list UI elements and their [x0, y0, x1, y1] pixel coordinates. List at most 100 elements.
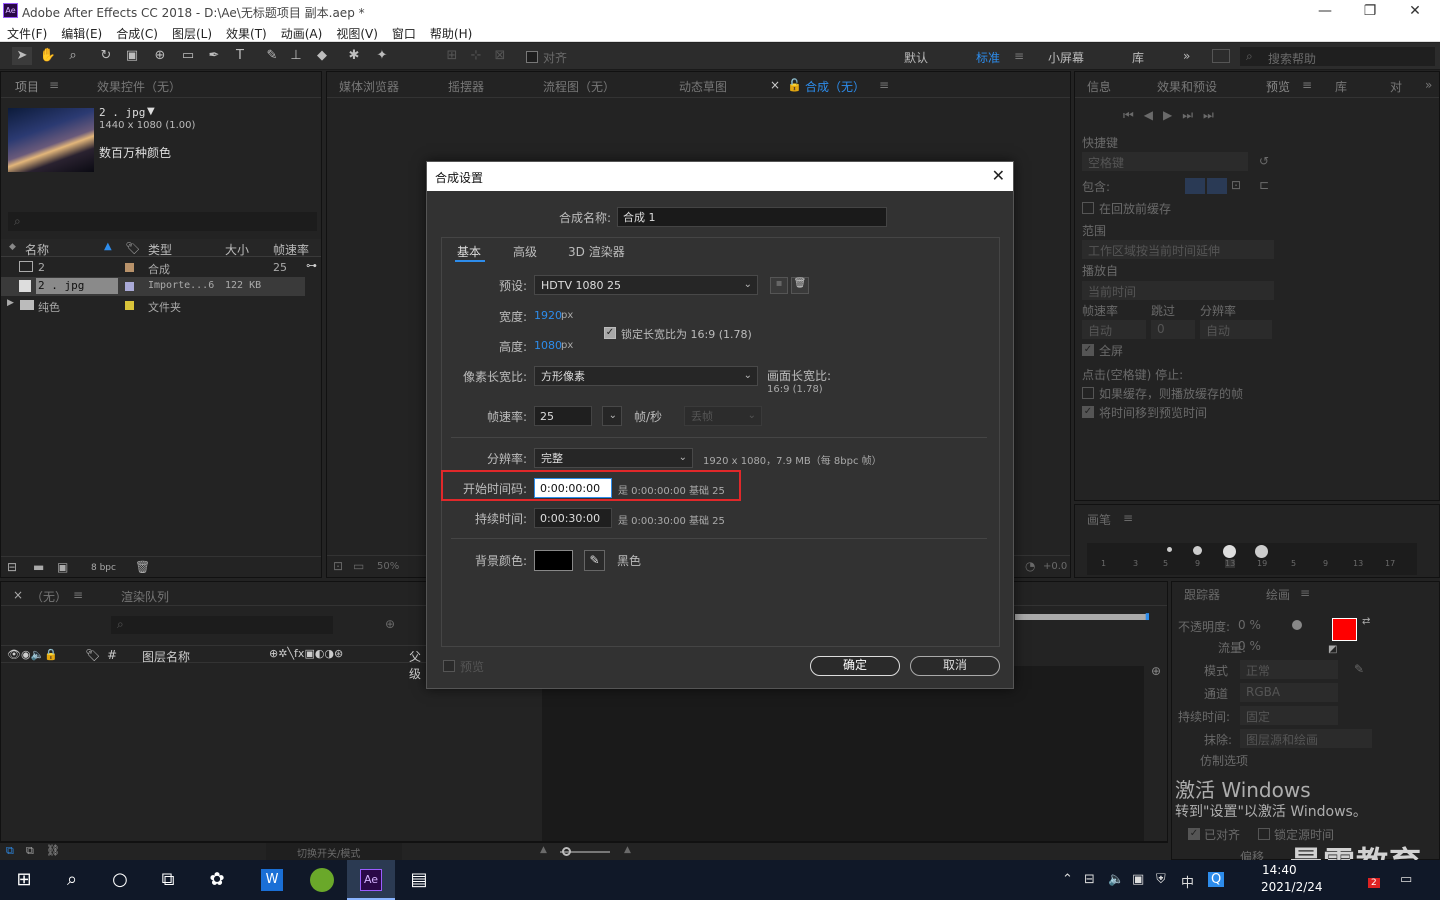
workspace-libraries[interactable]: 库	[1132, 49, 1144, 66]
magnification-icon[interactable]: ⊡	[333, 559, 343, 573]
shortcut-dropdown[interactable]: 空格键	[1082, 152, 1248, 171]
menu-animation[interactable]: 动画(A)	[274, 22, 330, 42]
windows-start-icon[interactable]: ⊞	[0, 860, 48, 900]
workspace-overflow-icon[interactable]: »	[1183, 49, 1190, 63]
preview-menu-icon[interactable]: ≡	[1302, 78, 1312, 92]
brush-size-17[interactable]: 17	[1385, 559, 1395, 568]
new-folder-icon[interactable]: ▬	[33, 560, 44, 574]
tab-preview[interactable]: 预览	[1266, 78, 1290, 95]
exposure-value[interactable]: +0.0	[1043, 561, 1067, 572]
search-icon[interactable]: ⌕	[48, 860, 96, 900]
comp-name-input[interactable]: 合成 1	[617, 207, 887, 227]
move-time-checkbox[interactable]: ✓	[1082, 406, 1094, 418]
rectangle-tool-icon[interactable]: ▭	[178, 47, 198, 65]
skip-dropdown[interactable]: 0	[1151, 320, 1195, 339]
tray-security-icon[interactable]: ⛨	[1156, 872, 1166, 887]
brush-size-5[interactable]: 5	[1163, 559, 1168, 568]
tab-wiggler[interactable]: 摇摆器	[448, 78, 484, 95]
menu-composition[interactable]: 合成(C)	[109, 22, 165, 42]
default-colors-icon[interactable]: ◩	[1328, 644, 1337, 655]
column-size[interactable]: 大小	[225, 241, 249, 258]
height-value[interactable]: 1080	[534, 339, 562, 352]
comp-button-icon[interactable]: ⊕	[1151, 664, 1161, 678]
notepad-icon[interactable]: ▤	[395, 860, 443, 900]
fullscreen-checkbox[interactable]: ✓	[1082, 344, 1094, 356]
duration-dropdown[interactable]: 固定	[1240, 706, 1338, 725]
tab-basic[interactable]: 基本	[457, 243, 481, 260]
delete-preset-icon[interactable]: 🗑	[791, 277, 809, 294]
in-out-pane-icon[interactable]: ⛓	[46, 844, 60, 857]
tab-flowchart[interactable]: 流程图（无）	[543, 78, 615, 95]
cache-before-checkbox[interactable]	[1082, 202, 1094, 214]
cancel-button[interactable]: 取消	[910, 656, 1000, 676]
frame-rate-input[interactable]: 25	[534, 406, 592, 426]
flow-value[interactable]: 0 %	[1238, 639, 1261, 653]
erase-dropdown[interactable]: 图层源和绘画	[1240, 729, 1372, 748]
mode-dropdown[interactable]: 正常	[1240, 660, 1338, 679]
tab-render-queue[interactable]: 渲染队列	[121, 588, 169, 605]
brush-size-1[interactable]: 1	[1101, 559, 1106, 568]
resolution-dropdown[interactable]: 自动	[1200, 320, 1272, 339]
panel-overflow-icon[interactable]: »	[1425, 78, 1432, 92]
puppet-tool-icon[interactable]: ✦	[372, 47, 392, 65]
menu-layer[interactable]: 图层(L)	[165, 22, 219, 42]
tab-tracker[interactable]: 跟踪器	[1184, 586, 1220, 603]
tab-timeline-none[interactable]: （无）	[31, 588, 67, 605]
label-color-swatch[interactable]	[125, 282, 134, 291]
tray-nvidia-icon[interactable]: ▣	[1132, 872, 1144, 887]
include-overlays-icon[interactable]: ⊡	[1231, 178, 1241, 192]
tab-project[interactable]: 项目	[15, 78, 39, 95]
new-composition-icon[interactable]: ▣	[57, 560, 68, 574]
selection-tool-icon[interactable]: ➤	[12, 47, 32, 65]
transfer-controls-icon[interactable]: ⧉	[26, 844, 34, 858]
work-area-end-handle[interactable]: ▮	[1145, 612, 1150, 622]
ok-button[interactable]: 确定	[810, 656, 900, 676]
toggle-switches-modes-button[interactable]: 切换开关/模式	[266, 843, 402, 860]
tray-network-icon[interactable]: ⊟	[1084, 872, 1095, 887]
tab-advanced[interactable]: 高级	[513, 243, 537, 260]
pixel-aspect-dropdown[interactable]: 方形像素 ⌄	[534, 366, 758, 386]
menu-help[interactable]: 帮助(H)	[423, 22, 479, 42]
lock-aspect-checkbox[interactable]: ✓	[604, 327, 616, 339]
menu-view[interactable]: 视图(V)	[329, 22, 385, 42]
wps-office-icon[interactable]: W	[248, 860, 296, 900]
channel-dropdown[interactable]: RGBA	[1240, 683, 1338, 702]
project-search-input[interactable]: ⌕	[8, 212, 317, 231]
thumb-dropdown-icon[interactable]: ▼	[147, 106, 155, 117]
project-row-comp[interactable]: 2 合成 25 ⊶	[1, 258, 321, 277]
zoom-out-icon[interactable]: ▲	[540, 845, 547, 855]
after-effects-taskbar-icon[interactable]: Ae	[347, 860, 395, 900]
preview-checkbox[interactable]	[443, 660, 455, 672]
include-video-icon[interactable]	[1185, 178, 1205, 194]
workspace-small-screen[interactable]: 小屏幕	[1048, 49, 1084, 66]
roto-brush-tool-icon[interactable]: ✱	[344, 47, 364, 65]
preset-dropdown[interactable]: HDTV 1080 25 ⌄	[534, 275, 758, 295]
background-color-swatch[interactable]	[534, 550, 573, 571]
pinwheel-app-icon[interactable]: ✿	[193, 860, 241, 900]
axis-world-icon[interactable]: ⊹	[466, 47, 486, 65]
comp-mini-flowchart-icon[interactable]: ⊕	[385, 617, 395, 631]
play-from-dropdown[interactable]: 当前时间	[1082, 281, 1274, 300]
brush-size-5b[interactable]: 5	[1291, 559, 1296, 568]
tray-qq-icon[interactable]: Q	[1208, 872, 1225, 887]
zoom-in-icon[interactable]: ▲	[624, 845, 631, 855]
drop-frame-dropdown[interactable]: 丢帧 ⌄	[684, 406, 762, 426]
tray-date[interactable]: 2021/2/24	[1261, 880, 1323, 894]
workspace-standard[interactable]: 标准	[976, 49, 1000, 66]
save-preset-icon[interactable]: ▪	[770, 277, 788, 294]
column-name[interactable]: 名称	[25, 241, 49, 258]
include-audio-icon[interactable]	[1207, 178, 1227, 194]
display-icon[interactable]: ▭	[353, 559, 364, 573]
sync-settings-icon[interactable]	[1212, 49, 1230, 63]
tab-3d-renderer[interactable]: 3D 渲染器	[568, 243, 625, 260]
timeline-menu-icon[interactable]: ≡	[73, 588, 83, 602]
clone-stamp-tool-icon[interactable]: ⊥	[286, 47, 306, 65]
zoom-tool-icon[interactable]: ⌕	[63, 47, 83, 65]
tab-libraries[interactable]: 库	[1335, 78, 1347, 95]
brush-tool-icon[interactable]: ✎	[262, 47, 282, 65]
align-checkbox[interactable]	[526, 51, 538, 63]
bpc-indicator[interactable]: 8 bpc	[91, 563, 116, 573]
range-dropdown[interactable]: 工作区域按当前时间延伸	[1082, 240, 1274, 259]
flowchart-icon[interactable]: ⊶	[306, 259, 317, 272]
tray-ime-indicator[interactable]: 中	[1181, 872, 1194, 891]
